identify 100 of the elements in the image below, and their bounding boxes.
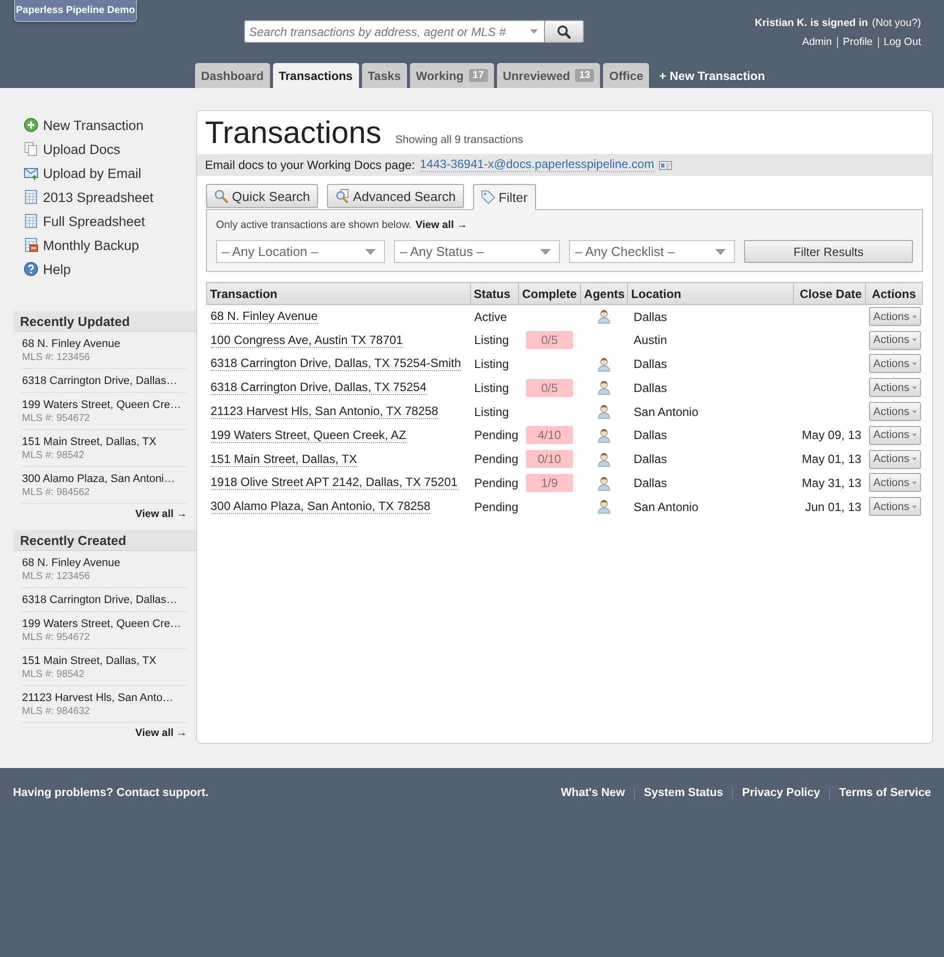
close-date-text: May 01, 13 xyxy=(802,452,862,466)
nav-tab[interactable]: Unreviewed 13 xyxy=(496,63,600,88)
nav-tab[interactable]: Dashboard xyxy=(195,63,270,88)
caret-icon xyxy=(912,338,918,342)
recent-transaction-link[interactable]: 68 N. Finley Avenue xyxy=(22,556,120,570)
caret-icon xyxy=(912,480,918,485)
sidebar-link[interactable]: Monthly Backup xyxy=(24,233,140,257)
mls-number: MLS #: 954672 xyxy=(22,412,90,425)
transaction-link[interactable]: 6318 Carrington Drive, Dallas, TX 75254-Smith xyxy=(210,356,462,372)
actions-button[interactable]: Actions xyxy=(869,378,922,398)
spreadsheet-icon xyxy=(24,214,38,228)
filter-dropdown[interactable]: – Any Status – xyxy=(394,240,560,263)
footer-link[interactable]: Terms of Service xyxy=(829,787,931,799)
logo-button[interactable]: Paperless Pipeline Demo xyxy=(14,0,137,22)
user-link[interactable]: Admin xyxy=(797,37,837,48)
spreadsheet-icon xyxy=(24,190,38,204)
caret-icon xyxy=(912,314,918,319)
email-label: Email docs to your Working Docs page: xyxy=(205,158,415,172)
close-date-text: May 09, 13 xyxy=(802,428,862,442)
status-text: Pending xyxy=(474,476,518,490)
caret-icon xyxy=(540,248,551,254)
search-icon xyxy=(214,189,228,203)
user-link[interactable]: Log Out xyxy=(878,37,921,48)
transaction-link[interactable]: 199 Waters Street, Queen Creek, AZ xyxy=(210,428,406,443)
sidebar-link[interactable]: 2013 Spreadsheet xyxy=(24,185,154,209)
filter-results-button[interactable]: Filter Results xyxy=(744,240,913,263)
location-text: Dallas xyxy=(634,356,668,371)
count-badge: 17 xyxy=(468,69,488,82)
recent-transaction-link[interactable]: 68 N. Finley Avenue xyxy=(22,337,120,351)
caret-icon xyxy=(530,29,538,34)
transaction-link[interactable]: 68 N. Finley Avenue xyxy=(210,309,318,324)
search-button[interactable] xyxy=(545,20,584,43)
actions-button[interactable]: Actions xyxy=(869,402,922,422)
calendar-icon xyxy=(24,238,38,252)
filter-dropdown[interactable]: – Any Location – xyxy=(216,240,385,263)
completion-badge: 0/5 xyxy=(526,331,573,350)
nav-tab[interactable]: Transactions xyxy=(272,63,359,88)
actions-button[interactable]: Actions xyxy=(869,307,922,326)
caret-icon xyxy=(365,248,376,254)
caret-icon xyxy=(912,410,918,414)
column-header: Transaction xyxy=(206,282,470,304)
new-transaction-link[interactable]: + New Transaction xyxy=(659,68,765,82)
column-header: Close Date xyxy=(793,282,866,304)
nav-tab[interactable]: Office xyxy=(603,63,650,88)
search-field[interactable]: Search transactions by address, agent or MLS # xyxy=(244,20,545,43)
section-heading: Recently Created xyxy=(14,530,196,551)
recent-transaction-link[interactable]: 6318 Carrington Drive, Dallas… xyxy=(22,374,178,388)
recent-transaction-link[interactable]: 6318 Carrington Drive, Dallas… xyxy=(22,593,178,607)
transaction-link[interactable]: 6318 Carrington Drive, Dallas, TX 75254 xyxy=(210,380,426,396)
transaction-link[interactable]: 300 Alamo Plaza, San Antonio, TX 78258 xyxy=(210,499,430,514)
recent-transaction-link[interactable]: 199 Waters Street, Queen Cre… xyxy=(22,617,182,631)
actions-button[interactable]: Actions xyxy=(869,473,922,492)
actions-button[interactable]: Actions xyxy=(869,450,922,469)
location-text: San Antonio xyxy=(634,500,698,514)
recent-transaction-link[interactable]: 300 Alamo Plaza, San Antoni… xyxy=(22,472,175,486)
sidebar-link[interactable]: New Transaction xyxy=(24,113,144,137)
search-tab[interactable]: Filter xyxy=(472,184,536,210)
recent-transaction-link[interactable]: 151 Main Street, Dallas, TX xyxy=(22,654,156,668)
caret-icon xyxy=(912,362,918,366)
filter-dropdown[interactable]: – Any Checklist – xyxy=(569,240,735,263)
view-all-link[interactable]: View all → xyxy=(416,219,468,231)
sidebar-link[interactable]: Help xyxy=(24,257,71,281)
location-text: Austin xyxy=(634,333,668,348)
view-all-link[interactable]: View all → xyxy=(135,727,187,739)
recent-transaction-link[interactable]: 21123 Harvest Hls, San Anto… xyxy=(22,691,174,705)
sidebar-link[interactable]: Upload Docs xyxy=(24,137,120,161)
column-header: Agents xyxy=(580,282,628,304)
sidebar-link[interactable]: Full Spreadsheet xyxy=(24,209,146,233)
actions-button[interactable]: Actions xyxy=(869,497,922,516)
email-link[interactable]: 1443-36941-x@docs.paperlesspipeline.com xyxy=(420,158,654,172)
actions-button[interactable]: Actions xyxy=(869,354,922,374)
transaction-link[interactable]: 21123 Harvest Hls, San Antonio, TX 78258 xyxy=(210,404,438,420)
column-header: Status xyxy=(470,282,518,304)
actions-button[interactable]: Actions xyxy=(869,426,922,445)
footer-link[interactable]: Privacy Policy xyxy=(732,787,830,799)
user-link[interactable]: Profile xyxy=(836,37,878,48)
location-text: Dallas xyxy=(634,452,668,466)
search-icon xyxy=(557,24,571,38)
sidebar-link[interactable]: Upload by Email xyxy=(24,161,142,185)
not-you-link[interactable]: (Not you?) xyxy=(872,14,921,33)
view-all-link[interactable]: View all → xyxy=(135,508,187,520)
actions-button[interactable]: Actions xyxy=(869,330,922,350)
status-text: Pending xyxy=(474,500,518,514)
signed-in-text: Kristian K. is signed in xyxy=(754,16,868,31)
status-text: Pending xyxy=(474,452,518,466)
nav-tab[interactable]: Working 17 xyxy=(410,63,494,88)
caret-icon xyxy=(912,386,918,390)
transaction-link[interactable]: 100 Congress Ave, Austin TX 78701 xyxy=(210,332,403,348)
footer-link[interactable]: What's New xyxy=(552,787,634,799)
transaction-link[interactable]: 1918 Olive Street APT 2142, Dallas, TX 75201 xyxy=(210,475,458,490)
column-header: Complete xyxy=(518,282,581,304)
search-tab[interactable]: Quick Search xyxy=(206,184,318,208)
footer-link[interactable]: System Status xyxy=(634,787,732,799)
recent-transaction-link[interactable]: 199 Waters Street, Queen Cre… xyxy=(22,398,182,412)
support-text: Having problems? Contact support. xyxy=(13,787,209,799)
recent-transaction-link[interactable]: 151 Main Street, Dallas, TX xyxy=(22,435,156,449)
nav-tab[interactable]: Tasks xyxy=(362,63,407,88)
search-tab[interactable]: Advanced Search xyxy=(327,184,464,208)
transaction-link[interactable]: 151 Main Street, Dallas, TX xyxy=(210,452,358,467)
page-title: Transactions xyxy=(205,115,382,151)
